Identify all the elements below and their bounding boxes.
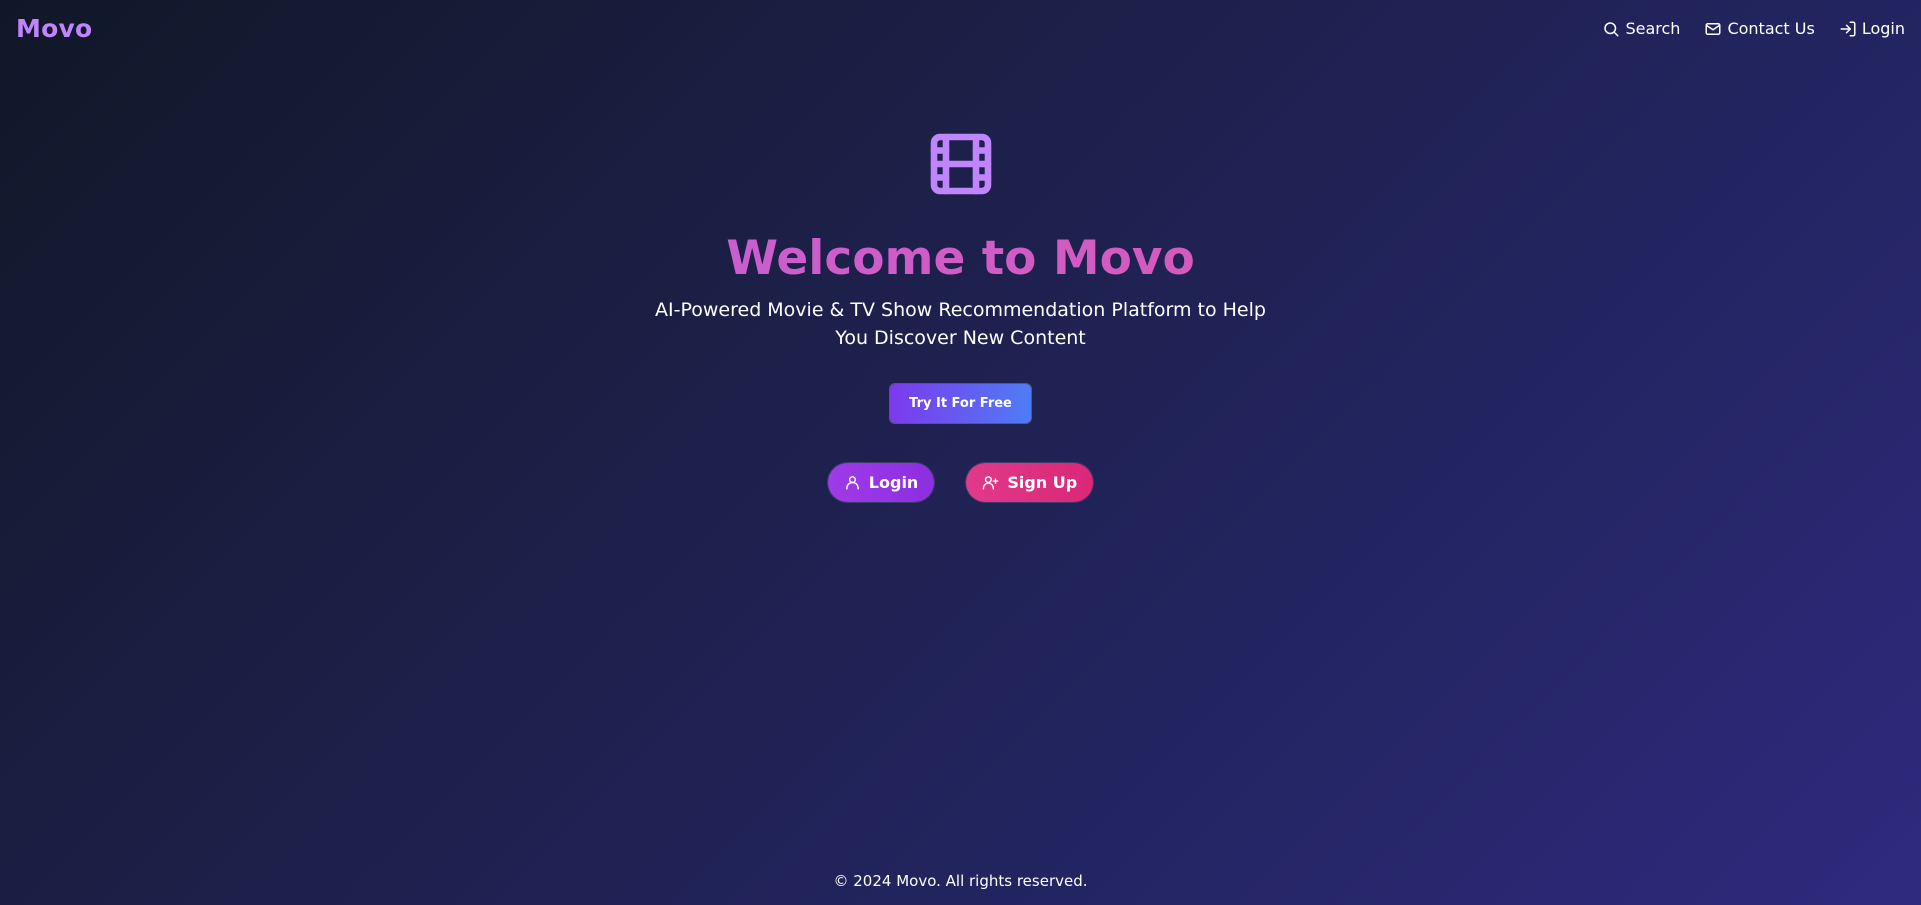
search-icon (1604, 21, 1619, 36)
login-button[interactable]: Login (827, 463, 935, 503)
signup-button-label: Sign Up (1007, 473, 1078, 493)
hero-section: Welcome to Movo AI-Powered Movie & TV Sh… (0, 128, 1921, 503)
nav-contact-link[interactable]: Contact Us (1704, 19, 1815, 38)
hero-subtitle: AI-Powered Movie & TV Show Recommendatio… (655, 299, 1266, 350)
signup-button[interactable]: Sign Up (966, 463, 1094, 503)
try-free-button[interactable]: Try It For Free (890, 384, 1031, 424)
nav-contact-label: Contact Us (1727, 19, 1815, 38)
hero-title: Welcome to Movo (0, 231, 1921, 286)
film-icon (925, 128, 997, 200)
brand-logo[interactable]: Movo (16, 14, 92, 43)
login-button-label: Login (868, 473, 919, 493)
nav-links: Search Contact Us Login (1602, 19, 1905, 38)
auth-buttons: Login Sign Up (0, 463, 1921, 503)
user-icon (845, 476, 859, 490)
nav-login-label: Login (1861, 19, 1905, 38)
user-plus-icon (983, 476, 999, 490)
nav-search-label: Search (1625, 19, 1681, 38)
nav-search-link[interactable]: Search (1602, 19, 1680, 38)
top-nav: Movo Search Contact Us Login (0, 0, 1921, 62)
mail-icon (1705, 22, 1721, 35)
nav-login-link[interactable]: Login (1839, 19, 1905, 38)
login-icon (1840, 21, 1856, 36)
footer-copyright: © 2024 Movo. All rights reserved. (833, 872, 1088, 890)
